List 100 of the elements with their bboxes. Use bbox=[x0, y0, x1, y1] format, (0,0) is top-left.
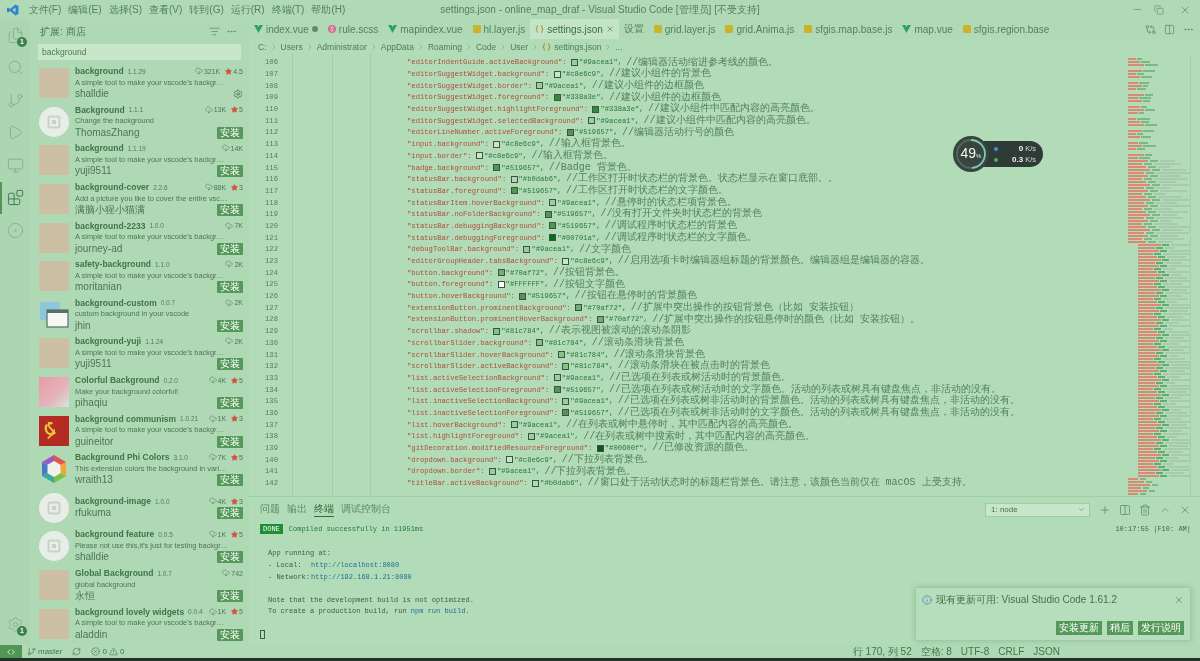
menu-item[interactable]: 文件(F) bbox=[25, 0, 65, 19]
notification-button[interactable]: 发行说明 bbox=[1138, 621, 1184, 635]
install-button[interactable]: 安装 bbox=[217, 435, 243, 448]
editor-tab[interactable]: sfgis.region.base bbox=[957, 19, 1055, 39]
editor-tab[interactable]: 设置 bbox=[618, 19, 649, 39]
status-bar-item[interactable]: CRLF bbox=[994, 645, 1029, 658]
panel-tab[interactable]: 终端 bbox=[314, 502, 334, 517]
plus-icon[interactable] bbox=[1099, 503, 1111, 516]
extension-name[interactable]: background bbox=[75, 66, 124, 77]
braces-icon bbox=[542, 42, 552, 51]
notification-button[interactable]: 安装更新 bbox=[1056, 621, 1102, 635]
menu-item[interactable]: 选择(S) bbox=[105, 0, 146, 19]
install-button[interactable]: 安装 bbox=[217, 551, 243, 564]
square-icon bbox=[472, 25, 481, 33]
extension-name[interactable]: background bbox=[75, 143, 124, 154]
breadcrumb-item[interactable]: ... bbox=[615, 41, 623, 52]
cloud-download-icon bbox=[222, 569, 231, 577]
editor-tab[interactable]: grid.Anima.js bbox=[720, 19, 800, 39]
filter-icon[interactable] bbox=[209, 26, 220, 37]
editor-tab[interactable]: rule.scss bbox=[322, 19, 384, 39]
install-button[interactable]: 安装 bbox=[217, 165, 243, 178]
status-bar-item[interactable]: JSON bbox=[1029, 645, 1064, 658]
panel-tab[interactable]: 输出 bbox=[287, 502, 307, 517]
extension-name[interactable]: background lovely widgets bbox=[75, 606, 185, 617]
install-button[interactable]: 安装 bbox=[217, 507, 243, 520]
image-placeholder bbox=[39, 338, 69, 369]
notification-button[interactable]: 稍后 bbox=[1107, 621, 1133, 635]
extension-name[interactable]: Background Phi Colors bbox=[75, 452, 170, 463]
breadcrumb-item[interactable]: Administrator bbox=[316, 41, 367, 52]
terminal-dropdown[interactable]: 1: node bbox=[985, 502, 1090, 517]
cloud-download-icon bbox=[208, 530, 217, 539]
breadcrumb-item[interactable]: Users bbox=[280, 41, 303, 52]
menu-item[interactable]: 查看(V) bbox=[145, 0, 186, 19]
compare-icon[interactable] bbox=[1145, 23, 1156, 35]
rate-value: 0 bbox=[1018, 144, 1024, 153]
menu-item[interactable]: 编辑(E) bbox=[64, 0, 106, 19]
extension-name[interactable]: background-custom bbox=[75, 297, 157, 308]
menu-item[interactable]: 帮助(H) bbox=[307, 0, 349, 19]
install-button[interactable]: 安装 bbox=[217, 397, 243, 410]
install-button[interactable]: 安装 bbox=[217, 319, 243, 332]
editor-tab[interactable]: index.vue bbox=[249, 19, 323, 39]
extension-name[interactable]: Background bbox=[75, 104, 125, 115]
code-comment: //扩展中突出操作的按钮背景色（比如 安装按钮） bbox=[630, 301, 859, 313]
image-placeholder bbox=[39, 261, 69, 292]
close-icon[interactable] bbox=[605, 25, 614, 33]
editor-tab[interactable]: mapindex.vue bbox=[383, 19, 468, 39]
install-button[interactable]: 安装 bbox=[217, 126, 243, 139]
extension-name[interactable]: background-image bbox=[75, 496, 152, 507]
status-bar-item[interactable]: 空格: 8 bbox=[916, 645, 956, 658]
extension-name[interactable]: Global Background bbox=[75, 568, 154, 578]
gear-icon[interactable] bbox=[233, 89, 243, 100]
extension-name[interactable]: background-2233 bbox=[75, 220, 146, 231]
menu-item[interactable]: 转到(G) bbox=[185, 0, 228, 19]
code-comment: //建议小组件的边框颜色 bbox=[609, 91, 722, 103]
editor-tab[interactable]: settings.json bbox=[530, 19, 619, 39]
extension-name[interactable]: background communism bbox=[75, 413, 177, 424]
code-comment: //工作区打开时状态栏的背景色。状态栏显示在窗口底部。。 bbox=[565, 173, 838, 185]
publisher-name: wraith13 bbox=[75, 474, 113, 487]
breadcrumb-item[interactable]: AppData bbox=[380, 41, 414, 52]
install-button[interactable]: 安装 bbox=[217, 474, 243, 487]
split-editor-icon[interactable] bbox=[1164, 23, 1175, 35]
menu-item[interactable]: 终端(T) bbox=[268, 0, 308, 19]
publisher-name: yuji9511 bbox=[75, 165, 112, 178]
editor-tab[interactable]: map.vue bbox=[897, 19, 958, 39]
breadcrumb-item[interactable]: Roaming bbox=[427, 41, 462, 52]
editor-tab[interactable]: grid.layer.js bbox=[648, 19, 721, 39]
publisher-name: moritanian bbox=[75, 281, 122, 294]
square-icon bbox=[725, 25, 734, 33]
extension-name[interactable]: background feature bbox=[75, 529, 155, 540]
search-field[interactable]: background bbox=[38, 44, 241, 60]
extension-name[interactable]: safety-background bbox=[75, 259, 152, 270]
menu-item[interactable]: 运行(R) bbox=[227, 0, 269, 19]
install-button[interactable]: 安装 bbox=[217, 628, 243, 641]
install-button[interactable]: 安装 bbox=[217, 358, 243, 371]
extension-name[interactable]: background-yuji bbox=[75, 336, 142, 347]
close-icon[interactable] bbox=[1174, 595, 1184, 605]
image-placeholder bbox=[39, 145, 69, 176]
extension-name[interactable]: background-cover bbox=[75, 182, 150, 193]
problems-button[interactable]: 0 0 bbox=[86, 645, 130, 658]
install-button[interactable]: 安装 bbox=[217, 281, 243, 294]
install-button[interactable]: 安装 bbox=[217, 204, 243, 217]
install-button[interactable]: 安装 bbox=[217, 590, 243, 602]
branch-button[interactable]: master bbox=[22, 645, 68, 658]
panel-tab[interactable]: 问题 bbox=[260, 502, 280, 517]
extension-name[interactable]: Colorful Background bbox=[75, 375, 160, 386]
breadcrumb-item[interactable]: Code bbox=[475, 41, 497, 52]
breadcrumb-item[interactable]: C: bbox=[258, 41, 267, 52]
code-comment: //扩展中突出操作的按钮悬停时的颜色（比如 安装按钮）。 bbox=[652, 313, 921, 325]
code-comment: //滚动条滑块在被点击时的背景色 bbox=[617, 360, 770, 372]
editor-tab[interactable]: hl.layer.js bbox=[467, 19, 531, 39]
status-bar-item[interactable]: UTF-8 bbox=[956, 645, 994, 658]
trash-icon[interactable] bbox=[1139, 503, 1151, 516]
remote-button[interactable] bbox=[0, 645, 22, 658]
editor-tab[interactable]: sfgis.map.base.js bbox=[799, 19, 898, 39]
breadcrumb-item[interactable]: settings.json bbox=[542, 41, 602, 52]
breadcrumb-item[interactable]: User bbox=[510, 41, 529, 52]
split-icon[interactable] bbox=[1119, 503, 1131, 516]
status-bar-item[interactable]: 行 170, 列 52 bbox=[848, 645, 916, 658]
panel-tab[interactable]: 调试控制台 bbox=[341, 502, 391, 517]
install-button[interactable]: 安装 bbox=[217, 242, 243, 255]
